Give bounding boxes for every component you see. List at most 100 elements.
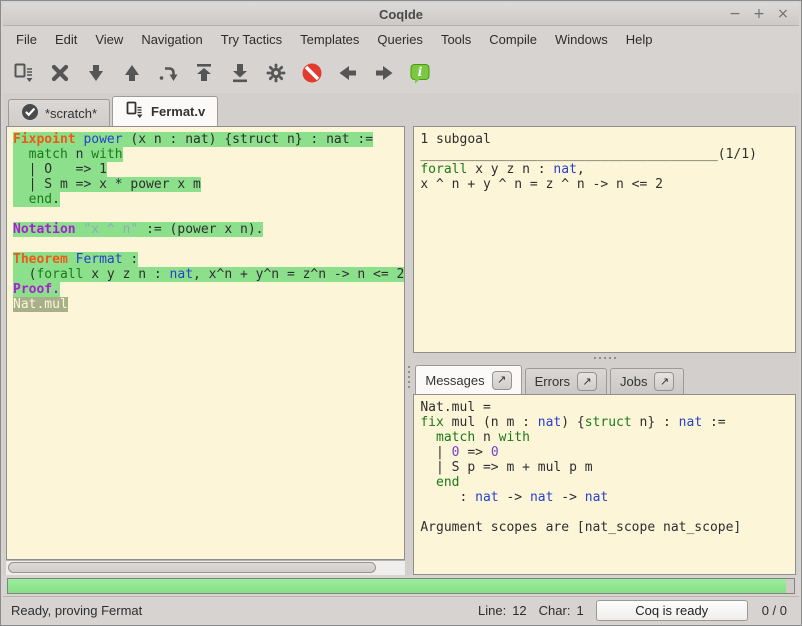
about-info-icon[interactable]: i — [405, 58, 434, 88]
code-line: fix mul (n m : nat) {struct n} : nat := — [420, 415, 795, 430]
progress-row — [3, 575, 799, 596]
menu-windows[interactable]: Windows — [546, 28, 617, 51]
tab-label: Fermat.v — [151, 104, 205, 119]
tab-errors[interactable]: Errors ↗ — [525, 368, 607, 394]
check-circle-icon — [21, 103, 39, 124]
code-line: x ^ n + y ^ n = z ^ n -> n <= 2 — [420, 177, 795, 192]
code-line: match n with — [13, 147, 404, 162]
document-tabbar: *scratch* Fermat.v — [3, 93, 799, 126]
menu-help[interactable]: Help — [617, 28, 662, 51]
step-forward-icon[interactable] — [81, 58, 110, 88]
code-line: Notation "x ^ n" := (power x n). — [13, 222, 404, 237]
main-area: Fixpoint power (x n : nat) {struct n} : … — [3, 126, 799, 575]
menu-view[interactable]: View — [86, 28, 132, 51]
editor-wrap: Fixpoint power (x n : nat) {struct n} : … — [6, 126, 405, 575]
tab-jobs[interactable]: Jobs ↗ — [610, 368, 684, 394]
vertical-splitter[interactable] — [405, 126, 413, 575]
menu-tools[interactable]: Tools — [432, 28, 480, 51]
detach-icon[interactable]: ↗ — [577, 372, 597, 391]
settings-gear-icon[interactable] — [261, 58, 290, 88]
maximize-button[interactable]: + — [749, 5, 769, 23]
abort-icon[interactable] — [45, 58, 74, 88]
code-line: | S p => m + mul p m — [420, 460, 795, 475]
statusbar: Ready, proving Fermat Line: 12 Char: 1 C… — [3, 596, 799, 623]
menu-compile[interactable]: Compile — [480, 28, 546, 51]
window-title: CoqIde — [3, 7, 799, 22]
progress-bar — [7, 578, 795, 594]
insert-command-icon[interactable] — [9, 58, 38, 88]
script-editor[interactable]: Fixpoint power (x n : nat) {struct n} : … — [6, 126, 405, 560]
char-value: 1 — [576, 603, 583, 618]
titlebar[interactable]: CoqIde − + × — [3, 3, 799, 26]
code-line: Proof. — [13, 282, 404, 297]
code-line: (forall x y z n : nat, x^n + y^n = z^n -… — [13, 267, 404, 282]
menubar: FileEditViewNavigationTry TacticsTemplat… — [3, 26, 799, 53]
status-message: Ready, proving Fermat — [11, 603, 478, 618]
code-line: Theorem Fermat : — [13, 252, 404, 267]
code-line: forall x y z n : nat, — [420, 162, 795, 177]
editor-code: Fixpoint power (x n : nat) {struct n} : … — [13, 132, 404, 312]
window-controls: − + × — [725, 5, 799, 23]
menu-navigation[interactable]: Navigation — [132, 28, 211, 51]
run-to-cursor-icon[interactable] — [153, 58, 182, 88]
code-line: end — [420, 475, 795, 490]
menu-queries[interactable]: Queries — [368, 28, 432, 51]
code-line: ______________________________________(1… — [420, 147, 795, 162]
menu-edit[interactable]: Edit — [46, 28, 86, 51]
run-to-end-icon[interactable] — [225, 58, 254, 88]
code-line — [13, 237, 404, 252]
horizontal-splitter[interactable] — [413, 353, 796, 362]
code-line: : nat -> nat -> nat — [420, 490, 795, 505]
code-line — [13, 207, 404, 222]
char-label: Char: — [539, 603, 571, 618]
minimize-button[interactable]: − — [725, 5, 745, 23]
document-icon — [125, 101, 145, 122]
code-line: match n with — [420, 430, 795, 445]
messages-code: Nat.mul =fix mul (n m : nat) {struct n} … — [420, 400, 795, 535]
progress-fill — [8, 579, 786, 593]
tab-messages[interactable]: Messages ↗ — [415, 365, 521, 394]
editor-hscrollbar[interactable] — [6, 560, 405, 575]
goals-code: 1 subgoal_______________________________… — [420, 132, 795, 192]
code-line: 1 subgoal — [420, 132, 795, 147]
navigate-back-icon[interactable] — [333, 58, 362, 88]
toolbar: i — [3, 53, 799, 93]
interrupt-icon[interactable] — [297, 58, 326, 88]
tab-label: *scratch* — [45, 106, 97, 121]
status-right: Line: 12 Char: 1 Coq is ready 0 / 0 — [478, 600, 791, 621]
line-label: Line: — [478, 603, 506, 618]
code-line: Argument scopes are [nat_scope nat_scope… — [420, 520, 795, 535]
code-line: | 0 => 0 — [420, 445, 795, 460]
code-line: | O => 1 — [13, 162, 404, 177]
splitter-handle-icon — [408, 366, 410, 388]
code-line: Nat.mul — [13, 297, 404, 312]
detach-icon[interactable]: ↗ — [492, 371, 512, 390]
reset-to-start-icon[interactable] — [189, 58, 218, 88]
tab-label: Jobs — [620, 374, 647, 389]
step-backward-icon[interactable] — [117, 58, 146, 88]
goals-panel[interactable]: 1 subgoal_______________________________… — [413, 126, 796, 353]
messages-panel[interactable]: Nat.mul =fix mul (n m : nat) {struct n} … — [413, 394, 796, 575]
scrollbar-thumb[interactable] — [8, 562, 376, 573]
code-line — [420, 505, 795, 520]
detach-icon[interactable]: ↗ — [654, 372, 674, 391]
code-line: | S m => x * power x m — [13, 177, 404, 192]
menu-try-tactics[interactable]: Try Tactics — [212, 28, 291, 51]
code-line: Nat.mul = — [420, 400, 795, 415]
tab-label: Messages — [425, 373, 484, 388]
close-button[interactable]: × — [773, 5, 793, 23]
sentence-counter: 0 / 0 — [762, 603, 787, 618]
coq-state-button[interactable]: Coq is ready — [596, 600, 748, 621]
tab-fermat[interactable]: Fermat.v — [112, 96, 218, 126]
message-tabbar: Messages ↗ Errors ↗ Jobs ↗ — [413, 362, 796, 394]
right-column: 1 subgoal_______________________________… — [413, 126, 796, 575]
code-line: Fixpoint power (x n : nat) {struct n} : … — [13, 132, 404, 147]
tab-label: Errors — [535, 374, 570, 389]
coqide-window: CoqIde − + × FileEditViewNavigationTry T… — [0, 0, 802, 626]
code-line: end. — [13, 192, 404, 207]
svg-text:i: i — [417, 64, 422, 79]
menu-file[interactable]: File — [7, 28, 46, 51]
menu-templates[interactable]: Templates — [291, 28, 368, 51]
tab-scratch[interactable]: *scratch* — [8, 99, 110, 126]
navigate-forward-icon[interactable] — [369, 58, 398, 88]
